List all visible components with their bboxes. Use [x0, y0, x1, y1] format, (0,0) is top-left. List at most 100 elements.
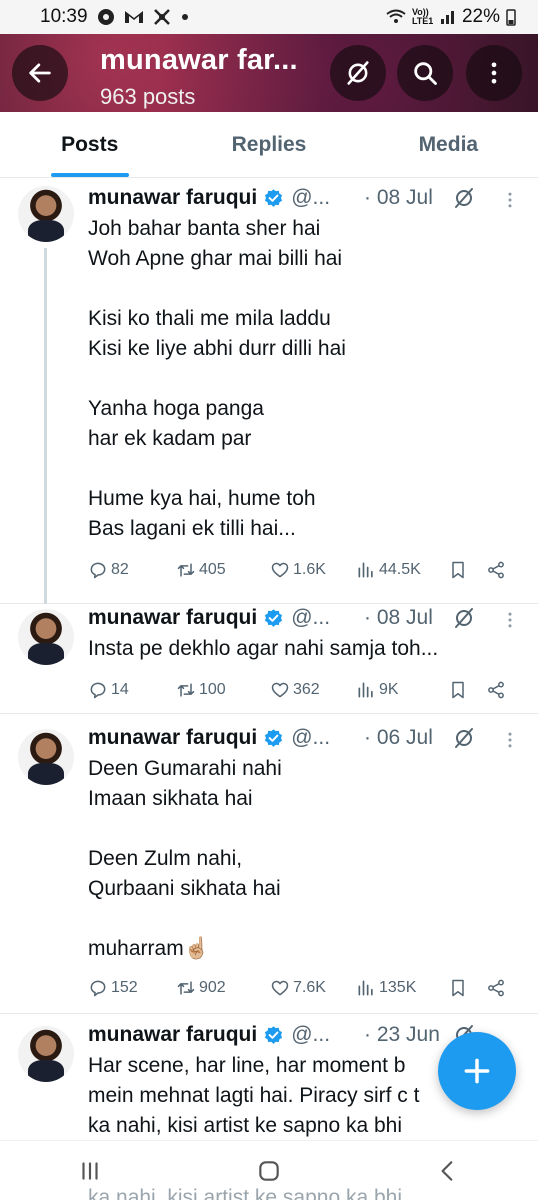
tab-posts[interactable]: Posts: [0, 112, 179, 177]
recent-apps-icon: [82, 1161, 98, 1180]
tweet-actions: 14 100 362 9K: [88, 680, 518, 700]
compose-button[interactable]: [438, 1032, 516, 1110]
thread-line: [44, 248, 47, 604]
author-handle[interactable]: @...: [291, 726, 330, 750]
scrolled-text-peek: ka nahi, kisi artist ke sapno ka bhi: [88, 1186, 402, 1200]
bookmark-button[interactable]: [448, 978, 486, 998]
reply-icon: [88, 680, 108, 700]
share-button[interactable]: [486, 978, 506, 998]
tweet-date[interactable]: · 08 Jul: [364, 186, 433, 210]
tweet-header: munawar faruqui @...: [88, 726, 330, 750]
tweet[interactable]: munawar faruqui @... · 08 Jul Joh bahar …: [0, 178, 538, 604]
back-arrow-icon: [29, 63, 51, 83]
author-handle[interactable]: @...: [291, 1023, 330, 1047]
bookmark-icon: [448, 978, 468, 998]
tweet[interactable]: munawar faruqui @... · 06 Jul Deen Gumar…: [0, 714, 538, 1014]
network-label: Vo)) LTE1: [411, 7, 434, 26]
tweet-text: Joh bahar banta sher hai Woh Apne ghar m…: [88, 217, 346, 540]
author-handle[interactable]: @...: [291, 186, 330, 210]
bookmark-button[interactable]: [448, 680, 486, 700]
heart-icon: [270, 680, 290, 700]
views-button[interactable]: 9K: [356, 680, 448, 700]
more-options-button[interactable]: [466, 45, 522, 101]
heart-icon: [270, 978, 290, 998]
grok-icon: [347, 61, 369, 85]
tweet-header: munawar faruqui @...: [88, 1023, 330, 1047]
share-button[interactable]: [486, 680, 506, 700]
tweet-date[interactable]: · 06 Jul: [364, 726, 433, 750]
more-icon[interactable]: [500, 730, 520, 750]
like-count: 7.6K: [293, 979, 326, 996]
posts-feed[interactable]: munawar faruqui @... · 08 Jul Joh bahar …: [0, 178, 538, 1150]
views-count: 135K: [379, 979, 417, 996]
like-count: 1.6K: [293, 561, 326, 578]
like-button[interactable]: 7.6K: [270, 978, 356, 998]
reply-count: 82: [111, 561, 129, 578]
avatar[interactable]: [18, 1026, 74, 1082]
avatar[interactable]: [18, 186, 74, 242]
repost-button[interactable]: 405: [176, 560, 270, 580]
more-icon[interactable]: [500, 190, 520, 210]
like-count: 362: [293, 681, 320, 698]
profile-tabs: Posts Replies Media: [0, 112, 538, 178]
repost-icon: [176, 680, 196, 700]
reply-count: 14: [111, 681, 129, 698]
views-button[interactable]: 135K: [356, 978, 448, 998]
grok-icon[interactable]: [452, 186, 476, 210]
tab-media[interactable]: Media: [359, 112, 538, 177]
status-time: 10:39: [40, 6, 88, 27]
author-handle[interactable]: @...: [291, 606, 330, 630]
more-icon[interactable]: [500, 610, 520, 630]
app-notification-icon: [152, 8, 172, 26]
reply-button[interactable]: 152: [88, 978, 176, 998]
reply-button[interactable]: 82: [88, 560, 176, 580]
post-count: 963 posts: [100, 84, 196, 109]
avatar[interactable]: [18, 609, 74, 665]
reply-icon: [88, 560, 108, 580]
recent-apps-button[interactable]: [60, 1151, 120, 1191]
reply-count: 152: [111, 979, 138, 996]
repost-icon: [176, 978, 196, 998]
author-name[interactable]: munawar faruqui: [88, 726, 257, 750]
home-button[interactable]: [239, 1151, 299, 1191]
grok-icon[interactable]: [452, 606, 476, 630]
tweet-date[interactable]: · 08 Jul: [364, 606, 433, 630]
reply-icon: [88, 978, 108, 998]
back-button[interactable]: [12, 45, 68, 101]
tweet-actions: 82 405 1.6K 44.5K: [88, 560, 518, 580]
share-button[interactable]: [486, 560, 506, 580]
author-name[interactable]: munawar faruqui: [88, 186, 257, 210]
views-icon: [356, 978, 376, 998]
reply-button[interactable]: 14: [88, 680, 176, 700]
battery-percent: 22%: [461, 6, 500, 27]
author-name[interactable]: munawar faruqui: [88, 1023, 257, 1047]
tweet-header: munawar faruqui @...: [88, 186, 330, 210]
bookmark-button[interactable]: [448, 560, 486, 580]
search-button[interactable]: [397, 45, 453, 101]
grok-button[interactable]: [330, 45, 386, 101]
like-button[interactable]: 362: [270, 680, 356, 700]
gmail-icon: [124, 9, 144, 25]
share-icon: [486, 680, 506, 700]
views-button[interactable]: 44.5K: [356, 560, 448, 580]
tweet-header: munawar faruqui @...: [88, 606, 330, 630]
avatar[interactable]: [18, 729, 74, 785]
gear-icon: [96, 7, 116, 27]
tweet-date[interactable]: · 23 Jun: [364, 1023, 440, 1047]
verified-badge-icon: [263, 728, 284, 749]
like-button[interactable]: 1.6K: [270, 560, 356, 580]
repost-count: 100: [199, 681, 226, 698]
profile-header-banner: munawar far... 963 posts: [0, 34, 538, 112]
verified-badge-icon: [263, 1025, 284, 1046]
search-icon: [414, 62, 437, 85]
author-name[interactable]: munawar faruqui: [88, 606, 257, 630]
share-icon: [486, 978, 506, 998]
repost-button[interactable]: 902: [176, 978, 270, 998]
back-nav-button[interactable]: [418, 1151, 478, 1191]
grok-icon[interactable]: [452, 726, 476, 750]
home-icon: [259, 1160, 279, 1181]
tab-replies[interactable]: Replies: [179, 112, 358, 177]
repost-button[interactable]: 100: [176, 680, 270, 700]
plus-icon: [464, 1058, 490, 1084]
tweet[interactable]: munawar faruqui @... · 08 Jul Insta pe d…: [0, 604, 538, 714]
